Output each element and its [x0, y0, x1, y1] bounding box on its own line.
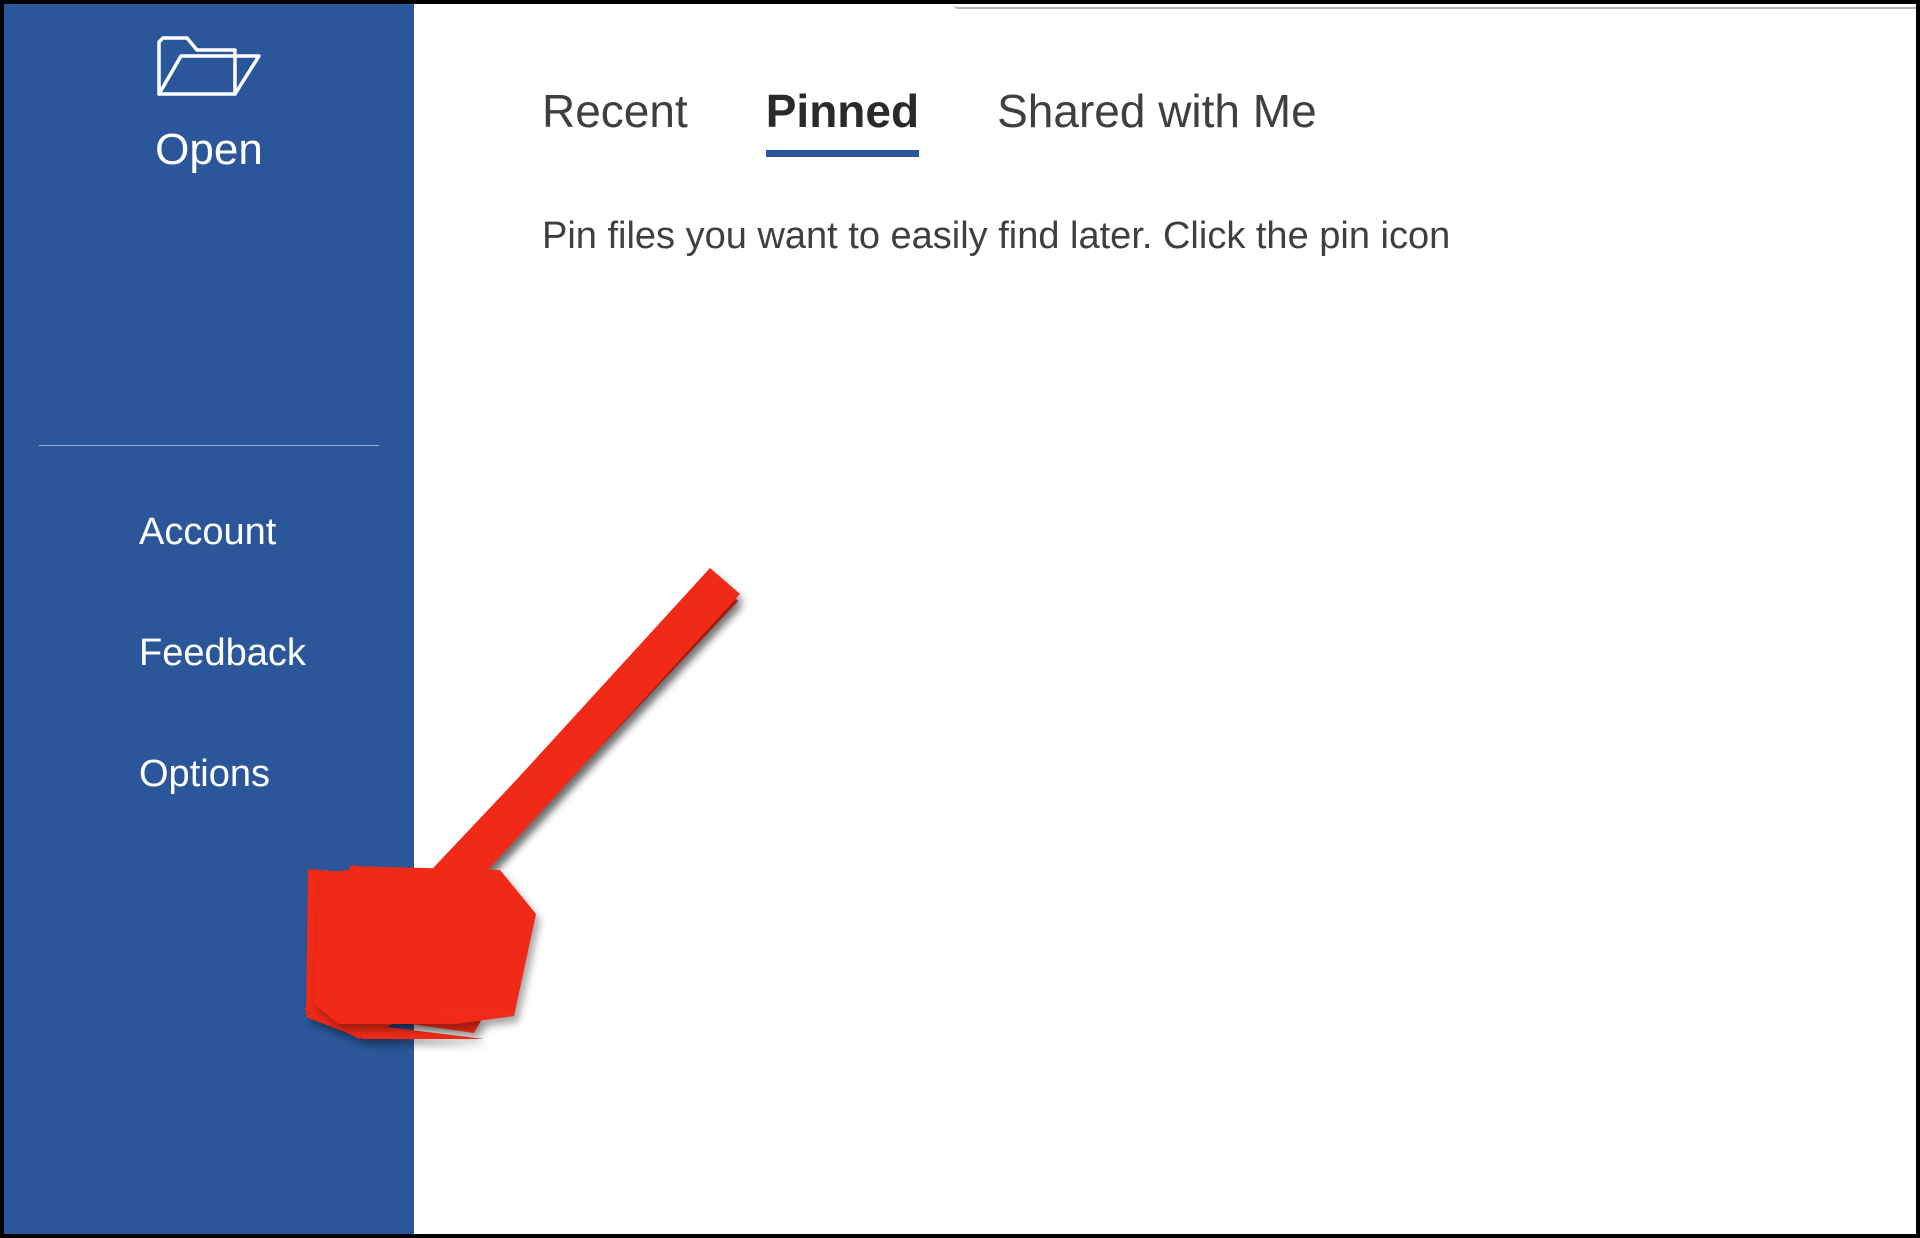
open-label[interactable]: Open [155, 125, 263, 175]
top-rule [954, 4, 1916, 9]
backstage-sidebar: Open Account Feedback Options [4, 4, 414, 1234]
pinned-hint-text: Pin files you want to easily find later.… [542, 215, 1916, 258]
sidebar-item-options[interactable]: Options [139, 753, 414, 796]
tab-recent[interactable]: Recent [542, 84, 688, 157]
open-folder-icon[interactable] [153, 24, 265, 107]
main-content: Recent Pinned Shared with Me Pin files y… [414, 4, 1916, 1234]
tab-shared-with-me[interactable]: Shared with Me [997, 84, 1317, 157]
app-window: Open Account Feedback Options Recent Pin… [0, 0, 1920, 1238]
sidebar-bottom: Account Feedback Options [4, 446, 414, 796]
sidebar-top: Open [4, 4, 414, 445]
tabs: Recent Pinned Shared with Me [542, 84, 1916, 157]
sidebar-item-feedback[interactable]: Feedback [139, 632, 414, 675]
sidebar-item-account[interactable]: Account [139, 511, 414, 554]
tab-pinned[interactable]: Pinned [766, 84, 919, 157]
